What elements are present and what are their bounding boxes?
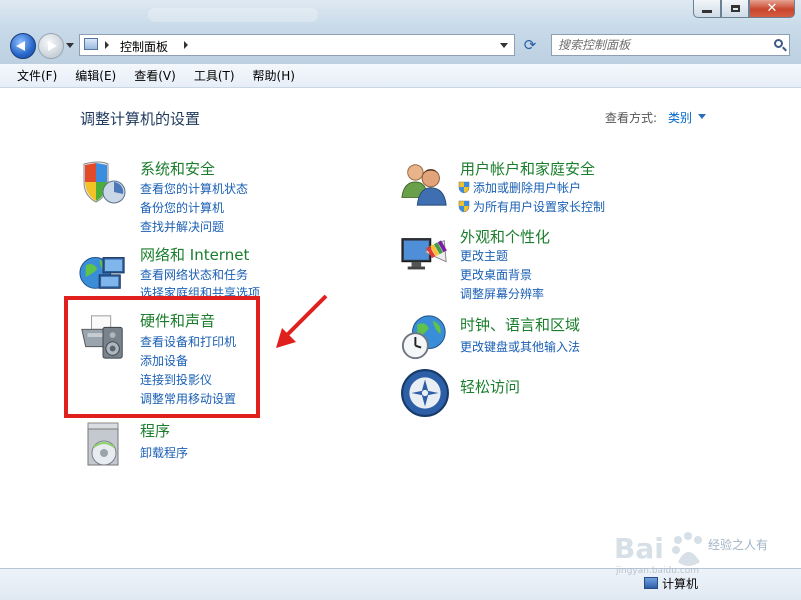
view-by-dropdown-icon[interactable] (698, 114, 706, 119)
close-button[interactable]: ✕ (749, 0, 795, 18)
minimize-icon (702, 10, 712, 13)
category-programs-title[interactable]: 程序 (140, 420, 170, 441)
programs-disc-icon[interactable] (80, 420, 130, 470)
title-bar: ✕ 控制面板 ⟳ (0, 0, 801, 65)
link-parental-controls[interactable]: 为所有用户设置家长控制 (458, 198, 605, 215)
link-view-computer-status[interactable]: 查看您的计算机状态 (140, 180, 248, 197)
link-add-remove-users-label: 添加或删除用户帐户 (473, 181, 582, 195)
watermark-url: jingyan.baidu.com (616, 566, 700, 576)
menu-view[interactable]: 查看(V) (125, 64, 185, 88)
svg-text:Bai: Bai (614, 532, 664, 565)
computer-icon (644, 577, 658, 589)
close-icon: ✕ (766, 1, 778, 16)
back-button[interactable] (10, 33, 36, 59)
link-find-fix-problems[interactable]: 查找并解决问题 (140, 218, 224, 235)
refresh-icon[interactable]: ⟳ (517, 34, 543, 56)
menu-bar: 文件(F) 编辑(E) 查看(V) 工具(T) 帮助(H) (0, 64, 801, 88)
shield-icon[interactable] (78, 158, 128, 208)
address-bar[interactable]: 控制面板 (79, 34, 515, 56)
ease-of-access-icon[interactable] (400, 368, 450, 418)
monitor-palette-icon[interactable] (400, 230, 450, 280)
address-dropdown-icon[interactable] (500, 43, 508, 48)
watermark-text: 经验之人有 (708, 538, 769, 552)
clock-globe-icon[interactable] (400, 312, 450, 362)
link-change-theme[interactable]: 更改主题 (460, 247, 508, 264)
category-appearance-title[interactable]: 外观和个性化 (460, 226, 550, 247)
annotation-arrow-icon (276, 294, 328, 348)
breadcrumb-chevron-icon[interactable] (184, 41, 188, 49)
page-title: 调整计算机的设置 (80, 110, 201, 128)
menu-file[interactable]: 文件(F) (8, 64, 66, 88)
breadcrumb-control-panel[interactable]: 控制面板 (120, 38, 168, 55)
maximize-button[interactable] (721, 0, 749, 18)
users-icon[interactable] (400, 158, 450, 208)
category-ease-access-title[interactable]: 轻松访问 (460, 376, 520, 397)
link-change-input-method[interactable]: 更改键盘或其他输入法 (460, 338, 580, 355)
breadcrumb-chevron-icon[interactable] (105, 41, 109, 49)
maximize-icon (730, 5, 740, 12)
recent-pages-dropdown[interactable] (66, 43, 74, 48)
link-network-status-tasks[interactable]: 查看网络状态和任务 (140, 266, 248, 283)
search-icon[interactable] (774, 39, 783, 48)
menu-tools[interactable]: 工具(T) (185, 64, 244, 88)
view-by-selector[interactable]: 类别 (668, 109, 692, 126)
window-controls: ✕ (693, 0, 795, 20)
forward-button[interactable] (38, 33, 64, 59)
link-adjust-resolution[interactable]: 调整屏幕分辨率 (460, 285, 544, 302)
title-bar-glass-highlight (148, 8, 318, 22)
link-uninstall-program[interactable]: 卸载程序 (140, 444, 188, 461)
category-network-title[interactable]: 网络和 Internet (140, 244, 249, 265)
link-backup-computer[interactable]: 备份您的计算机 (140, 199, 224, 216)
category-system-security-title[interactable]: 系统和安全 (140, 158, 215, 179)
uac-shield-icon (458, 181, 470, 194)
control-panel-window: ✕ 控制面板 ⟳ 文件(F) 编辑(E) 查看(V) 工具(T) 帮助(H) 调… (0, 0, 801, 600)
status-location-text: 计算机 (662, 577, 699, 591)
search-input[interactable] (558, 37, 758, 53)
category-user-accounts-title[interactable]: 用户帐户和家庭安全 (460, 158, 595, 179)
category-clock-region-title[interactable]: 时钟、语言和区域 (460, 314, 580, 335)
minimize-button[interactable] (693, 0, 721, 18)
network-globe-icon[interactable] (78, 246, 128, 296)
uac-shield-icon (458, 200, 470, 213)
link-change-desktop-background[interactable]: 更改桌面背景 (460, 266, 532, 283)
link-parental-controls-label: 为所有用户设置家长控制 (473, 200, 606, 214)
link-add-remove-users[interactable]: 添加或删除用户帐户 (458, 179, 581, 196)
menu-help[interactable]: 帮助(H) (244, 64, 304, 88)
annotation-highlight-box (64, 296, 260, 418)
view-by-label: 查看方式: (605, 111, 658, 125)
menu-edit[interactable]: 编辑(E) (66, 64, 125, 88)
search-box[interactable] (551, 34, 790, 56)
control-panel-icon (84, 38, 98, 50)
